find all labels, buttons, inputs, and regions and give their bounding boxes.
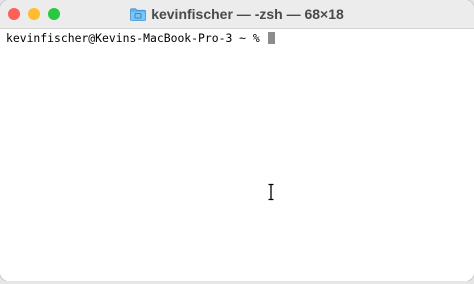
terminal-window: kevinfischer — -zsh — 68×18 kevinfischer…	[0, 0, 474, 281]
folder-icon	[130, 7, 147, 21]
i-beam-cursor-icon	[265, 183, 277, 201]
window-title: kevinfischer — -zsh — 68×18	[151, 6, 344, 22]
shell-prompt: kevinfischer@Kevins-MacBook-Pro-3 ~ %	[6, 31, 267, 45]
window-title-group: kevinfischer — -zsh — 68×18	[0, 0, 474, 28]
terminal-content[interactable]: kevinfischer@Kevins-MacBook-Pro-3 ~ %	[0, 29, 474, 281]
prompt-line[interactable]: kevinfischer@Kevins-MacBook-Pro-3 ~ %	[6, 31, 275, 45]
text-cursor	[267, 32, 275, 44]
title-bar[interactable]: kevinfischer — -zsh — 68×18	[0, 0, 474, 29]
